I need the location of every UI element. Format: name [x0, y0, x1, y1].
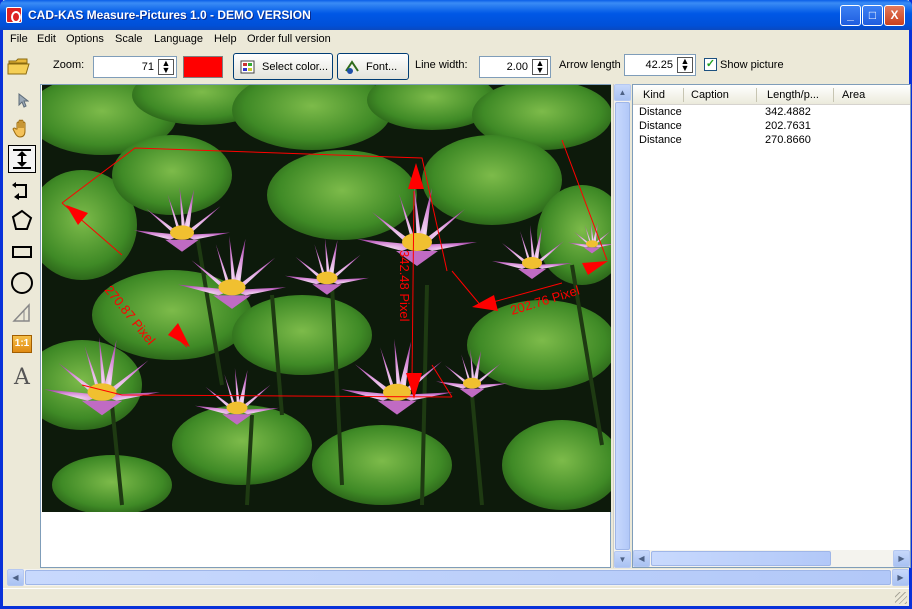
- title-bar[interactable]: CAD-KAS Measure-Pictures 1.0 - DEMO VERS…: [0, 0, 912, 30]
- table-horizontal-scrollbar[interactable]: ◀ ▶: [633, 550, 910, 567]
- scroll-thumb[interactable]: [615, 102, 630, 550]
- cell-kind: Distance: [639, 106, 682, 118]
- cell-kind: Distance: [639, 120, 682, 132]
- toolbar: Zoom: 71 ▲ ▼ Select color... Font... Line…: [3, 49, 909, 83]
- spin-arrows-icon[interactable]: ▲ ▼: [532, 59, 548, 75]
- palette-icon: [240, 59, 256, 75]
- status-bar: [3, 588, 909, 606]
- scroll-right-icon[interactable]: ▶: [892, 569, 909, 586]
- text-icon[interactable]: A: [8, 363, 36, 391]
- zoom-label: Zoom:: [53, 59, 85, 71]
- menu-scale[interactable]: Scale: [115, 33, 143, 45]
- scroll-up-icon[interactable]: ▲: [614, 84, 631, 101]
- table-header: Kind Caption Length/p... Area: [633, 85, 910, 105]
- menu-options[interactable]: Options: [66, 33, 104, 45]
- line-width-value: 2.00: [506, 61, 528, 73]
- resize-grip-icon[interactable]: [895, 592, 907, 604]
- scroll-thumb[interactable]: [25, 570, 891, 585]
- spin-arrows-icon[interactable]: ▲ ▼: [158, 59, 174, 75]
- menu-edit[interactable]: Edit: [37, 33, 56, 45]
- scroll-left-icon[interactable]: ◀: [633, 550, 650, 567]
- results-table: Kind Caption Length/p... Area Distance 3…: [632, 84, 911, 568]
- maximize-button[interactable]: □: [862, 5, 883, 26]
- cell-kind: Distance: [639, 134, 682, 146]
- scale-icon-label: 1:1: [12, 335, 32, 353]
- select-color-button[interactable]: Select color...: [233, 53, 333, 80]
- canvas-vertical-scrollbar[interactable]: ▲ ▼: [613, 84, 631, 568]
- font-button[interactable]: Font...: [337, 53, 409, 80]
- scale-icon[interactable]: 1:1: [8, 330, 36, 358]
- show-picture-label[interactable]: Show picture: [720, 59, 784, 71]
- menu-file[interactable]: File: [10, 33, 28, 45]
- spin-arrows-icon[interactable]: ▲ ▼: [677, 57, 693, 73]
- app-icon: [6, 7, 22, 23]
- table-row[interactable]: Distance 270.8660: [633, 134, 910, 148]
- pointer-icon[interactable]: [8, 86, 36, 114]
- circle-icon[interactable]: [8, 269, 36, 297]
- cell-length: 342.4882: [765, 106, 811, 118]
- col-divider[interactable]: [756, 88, 757, 102]
- show-picture-checkbox[interactable]: ✓: [704, 58, 717, 71]
- open-folder-icon[interactable]: [7, 56, 31, 76]
- close-button[interactable]: X: [884, 5, 905, 26]
- select-color-label: Select color...: [262, 60, 329, 73]
- angle-icon[interactable]: [8, 177, 36, 205]
- color-swatch[interactable]: [183, 56, 223, 78]
- menu-bar: File Edit Options Scale Language Help Or…: [3, 30, 909, 48]
- col-divider[interactable]: [683, 88, 684, 102]
- col-length[interactable]: Length/p...: [767, 89, 819, 101]
- tool-palette: 1:1 A: [3, 84, 40, 568]
- hand-icon[interactable]: [8, 115, 36, 143]
- arrow-length-label: Arrow length: [559, 59, 621, 71]
- canvas-horizontal-scrollbar[interactable]: ◀ ▶: [7, 569, 909, 586]
- col-divider[interactable]: [833, 88, 834, 102]
- menu-order-full-version[interactable]: Order full version: [247, 33, 331, 45]
- window-title: CAD-KAS Measure-Pictures 1.0 - DEMO VERS…: [28, 8, 311, 22]
- arrow-length-value: 42.25: [645, 59, 673, 71]
- distance-icon[interactable]: [8, 145, 36, 173]
- font-label: Font...: [366, 60, 398, 73]
- text-icon-label: A: [14, 364, 30, 390]
- table-row[interactable]: Distance 342.4882: [633, 106, 910, 120]
- cell-length: 270.8660: [765, 134, 811, 146]
- menu-language[interactable]: Language: [154, 33, 203, 45]
- arrow-length-spinner[interactable]: 42.25 ▲ ▼: [624, 54, 696, 76]
- col-caption[interactable]: Caption: [691, 89, 729, 101]
- scroll-down-icon[interactable]: ▼: [614, 551, 631, 568]
- line-width-label: Line width:: [415, 59, 468, 71]
- zoom-spinner[interactable]: 71 ▲ ▼: [93, 56, 177, 78]
- triangle-icon[interactable]: [8, 299, 36, 327]
- cell-length: 202.7631: [765, 120, 811, 132]
- picture[interactable]: 270.87 Pixel 342.48 Pixel 202.76 Pixel: [42, 85, 611, 512]
- menu-help[interactable]: Help: [214, 33, 237, 45]
- line-width-spinner[interactable]: 2.00 ▲ ▼: [479, 56, 551, 78]
- font-icon: [344, 59, 360, 75]
- scroll-right-icon[interactable]: ▶: [893, 550, 910, 567]
- table-row[interactable]: Distance 202.7631: [633, 120, 910, 134]
- col-area[interactable]: Area: [842, 89, 865, 101]
- scroll-left-icon[interactable]: ◀: [7, 569, 24, 586]
- rectangle-icon[interactable]: [8, 238, 36, 266]
- polygon-icon[interactable]: [8, 206, 36, 234]
- zoom-value: 71: [141, 61, 154, 73]
- col-kind[interactable]: Kind: [643, 89, 665, 101]
- app-window: CAD-KAS Measure-Pictures 1.0 - DEMO VERS…: [0, 0, 912, 609]
- drawing-canvas[interactable]: 270.87 Pixel 342.48 Pixel 202.76 Pixel: [40, 84, 611, 568]
- measure-label-2: 342.48 Pixel: [397, 250, 412, 322]
- minimize-button[interactable]: _: [840, 5, 861, 26]
- scroll-thumb[interactable]: [651, 551, 831, 566]
